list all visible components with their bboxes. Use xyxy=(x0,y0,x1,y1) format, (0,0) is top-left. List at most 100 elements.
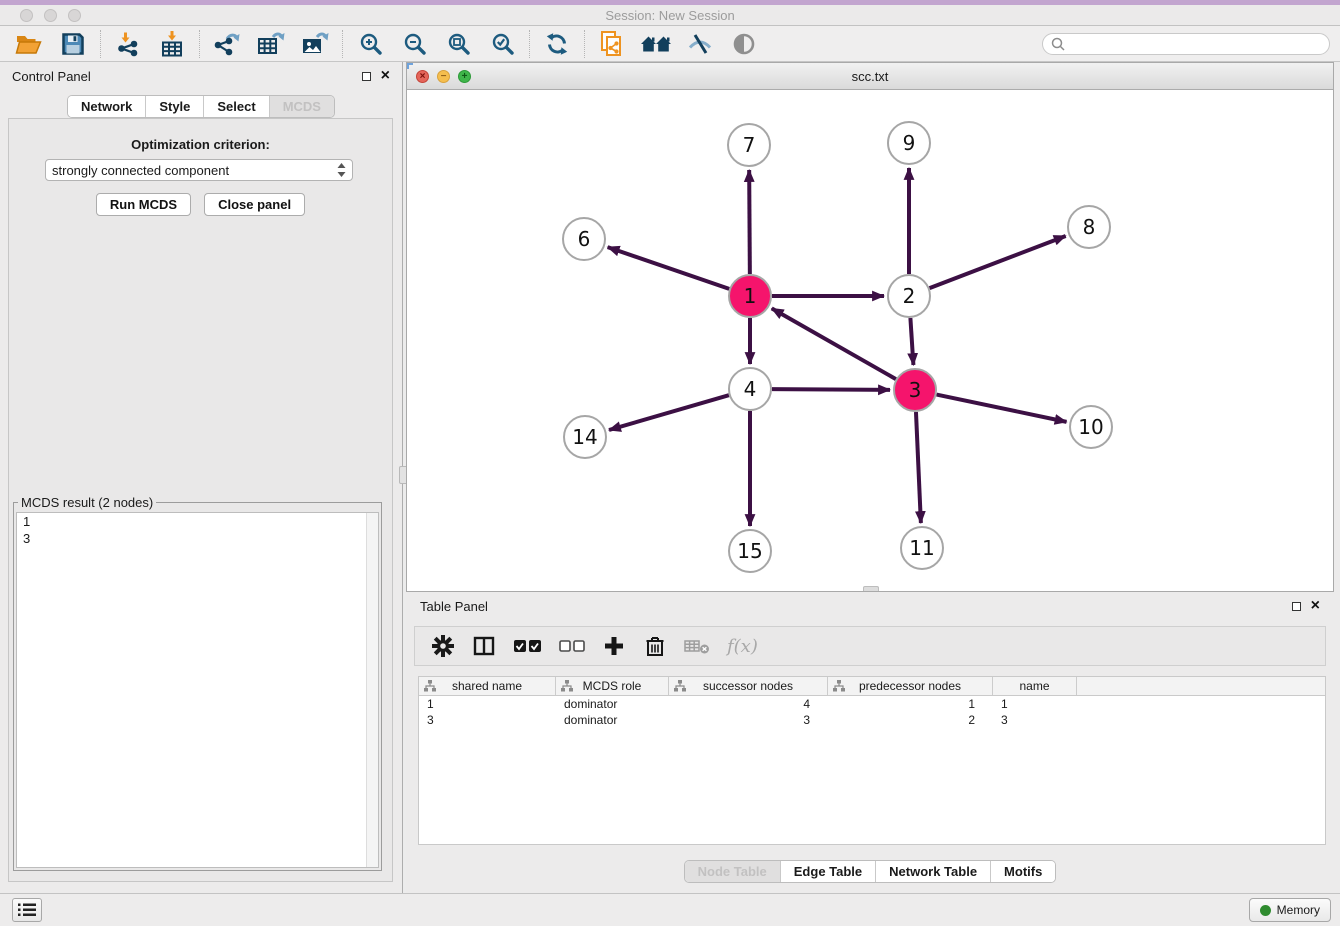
zoom-out-button[interactable] xyxy=(397,29,431,59)
column-header-predecessor-nodes[interactable]: predecessor nodes xyxy=(828,677,993,695)
network-minimize-button[interactable]: − xyxy=(437,70,450,83)
table-cell: dominator xyxy=(556,713,669,727)
close-panel-icon[interactable]: × xyxy=(381,71,390,81)
table-tab-motifs[interactable]: Motifs xyxy=(991,861,1055,882)
add-row-button[interactable] xyxy=(602,632,626,660)
window-close-button[interactable] xyxy=(20,9,33,22)
column-label: predecessor nodes xyxy=(859,679,961,693)
deselect-all-checks-button[interactable] xyxy=(559,632,585,660)
import-table-button[interactable] xyxy=(155,29,189,59)
table-panel-title: Table Panel xyxy=(420,599,488,614)
import-network-button[interactable] xyxy=(111,29,145,59)
open-folder-button[interactable] xyxy=(12,29,46,59)
graph-edge-3-1[interactable] xyxy=(772,308,896,379)
run-mcds-button[interactable]: Run MCDS xyxy=(96,193,191,216)
ndex-houses-button[interactable] xyxy=(639,29,673,59)
save-button[interactable] xyxy=(56,29,90,59)
optimization-select[interactable]: strongly connected component xyxy=(45,159,353,181)
graph-node-label-3: 3 xyxy=(909,378,922,402)
clone-network-icon xyxy=(599,30,625,57)
table-row[interactable]: 1dominator411 xyxy=(419,696,1325,712)
show-eye-icon xyxy=(731,32,757,56)
control-tab-network[interactable]: Network xyxy=(68,96,146,117)
trash-button[interactable] xyxy=(643,632,667,660)
function-fx-button[interactable]: f(x) xyxy=(727,632,758,660)
zoom-selected-button[interactable] xyxy=(485,29,519,59)
table-toolbar: f(x) xyxy=(414,626,1326,666)
memory-button[interactable]: Memory xyxy=(1249,898,1331,922)
mcds-result-list[interactable]: 13 xyxy=(16,512,379,868)
column-header-name[interactable]: name xyxy=(993,677,1077,695)
float-panel-icon[interactable] xyxy=(362,72,371,81)
sitemap-icon xyxy=(561,680,573,692)
network-window-title: scc.txt xyxy=(407,69,1333,84)
graph-edge-2-3[interactable] xyxy=(910,318,913,365)
refresh-button[interactable] xyxy=(540,29,574,59)
control-tab-select[interactable]: Select xyxy=(204,96,269,117)
search-box[interactable] xyxy=(1042,33,1330,55)
control-tab-mcds[interactable]: MCDS xyxy=(270,96,334,117)
task-history-button[interactable] xyxy=(12,898,42,922)
control-tab-style[interactable]: Style xyxy=(146,96,204,117)
toolbar-separator xyxy=(199,30,200,58)
graph-node-label-4: 4 xyxy=(744,377,757,401)
select-all-checks-button[interactable] xyxy=(513,632,542,660)
hide-eye-button[interactable] xyxy=(683,29,717,59)
sitemap-icon xyxy=(674,680,686,692)
mcds-result-line: 1 xyxy=(17,513,378,530)
window-minimize-button[interactable] xyxy=(44,9,57,22)
clone-network-button[interactable] xyxy=(595,29,629,59)
table-cell: dominator xyxy=(556,697,669,711)
canvas-splitter-handle[interactable] xyxy=(863,586,879,591)
graph-edge-3-11[interactable] xyxy=(916,412,921,523)
zoom-in-button[interactable] xyxy=(353,29,387,59)
select-all-checks-icon xyxy=(513,638,542,654)
result-scrollbar[interactable] xyxy=(366,513,378,867)
export-network-button[interactable] xyxy=(210,29,244,59)
graph-edge-3-10[interactable] xyxy=(937,395,1067,422)
clear-table-button[interactable] xyxy=(684,632,710,660)
graph-edge-2-8[interactable] xyxy=(930,236,1066,288)
close-panel-button[interactable]: Close panel xyxy=(204,193,305,216)
import-table-icon xyxy=(159,30,185,57)
gear-button[interactable] xyxy=(431,632,455,660)
column-header-successor-nodes[interactable]: successor nodes xyxy=(669,677,828,695)
select-stepper-icon xyxy=(337,163,346,177)
table-tab-edge-table[interactable]: Edge Table xyxy=(781,861,876,882)
zoom-out-icon xyxy=(403,32,426,55)
table-cell: 1 xyxy=(828,697,993,711)
export-image-button[interactable] xyxy=(298,29,332,59)
toolbar-separator xyxy=(342,30,343,58)
show-eye-button[interactable] xyxy=(727,29,761,59)
network-close-button[interactable]: × xyxy=(416,70,429,83)
graph-edge-4-14[interactable] xyxy=(609,395,729,430)
export-table-button[interactable] xyxy=(254,29,288,59)
trash-icon xyxy=(645,635,665,657)
search-input[interactable] xyxy=(1070,36,1321,52)
table-float-panel-icon[interactable] xyxy=(1292,602,1301,611)
graph-edge-4-3[interactable] xyxy=(772,389,890,390)
table-tabs: Node TableEdge TableNetwork TableMotifs xyxy=(684,860,1057,883)
split-columns-button[interactable] xyxy=(472,632,496,660)
sitemap-icon xyxy=(424,680,436,692)
column-header-shared-name[interactable]: shared name xyxy=(419,677,556,695)
table-tab-network-table[interactable]: Network Table xyxy=(876,861,991,882)
table-close-panel-icon[interactable]: × xyxy=(1311,601,1320,611)
clear-table-icon xyxy=(684,637,710,655)
network-maximize-button[interactable]: + xyxy=(458,70,471,83)
network-canvas[interactable]: 7968124314101511 xyxy=(407,90,1333,591)
memory-status-icon xyxy=(1260,905,1271,916)
optimization-criterion-label: Optimization criterion: xyxy=(9,137,392,152)
zoom-fit-button[interactable] xyxy=(441,29,475,59)
table-row[interactable]: 3dominator323 xyxy=(419,712,1325,728)
network-graph[interactable]: 7968124314101511 xyxy=(407,90,1333,591)
sitemap-icon xyxy=(424,680,436,695)
mcds-result-line: 3 xyxy=(17,530,378,547)
window-zoom-button[interactable] xyxy=(68,9,81,22)
graph-node-label-7: 7 xyxy=(743,133,756,157)
graph-edge-1-7[interactable] xyxy=(749,170,750,274)
graph-edge-1-6[interactable] xyxy=(608,247,730,289)
column-header-MCDS-role[interactable]: MCDS role xyxy=(556,677,669,695)
list-icon xyxy=(18,903,36,917)
table-tab-node-table[interactable]: Node Table xyxy=(685,861,781,882)
